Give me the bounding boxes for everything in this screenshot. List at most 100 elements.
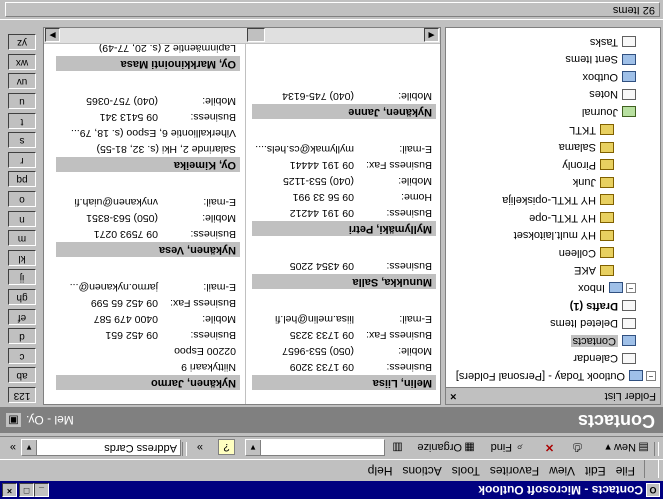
letter-tab[interactable]: yz (8, 34, 36, 51)
folder-item[interactable]: HY TKTL-opiskelija (502, 192, 614, 208)
horizontal-scrollbar[interactable]: ◀ ▶ (44, 28, 440, 44)
folder-item[interactable]: Calendar (573, 350, 636, 366)
contact-card[interactable]: Melin, Liisa Business: 09 1733 3209 Mobile:… (252, 311, 436, 390)
scroll-right-icon[interactable]: ▶ (45, 28, 60, 42)
help-button[interactable]: ? (218, 438, 235, 456)
menu-help[interactable]: Help (363, 462, 398, 480)
letter-tab[interactable]: c (8, 347, 36, 364)
letter-tab[interactable]: 123 (8, 387, 36, 403)
folder-item[interactable]: Drafts (1) (570, 298, 636, 314)
contact-card-name[interactable]: Oy, Markkinointi Masa (56, 56, 240, 71)
folder-item[interactable]: Junk (573, 174, 614, 190)
folder-item[interactable]: AKE (574, 262, 614, 278)
organize-button[interactable]: ▦Organize (417, 438, 477, 456)
contact-card[interactable]: Munukka, Salla Business: 09 4354 2205 (252, 258, 436, 289)
letter-tab[interactable]: d (8, 328, 36, 345)
title-bar[interactable]: O Contacts - Microsoft Outlook _ □ × (0, 481, 663, 499)
letter-tab[interactable]: n (8, 210, 36, 227)
letter-tab[interactable]: u (8, 93, 36, 109)
field-label: Business: (190, 111, 236, 123)
folder-item[interactable]: Salama (559, 139, 614, 155)
contact-card[interactable]: Nykänen, Janne Mobile: (040) 745-6134 (252, 88, 436, 119)
contact-card[interactable]: Nykänen, Vesa Business: 09 7593 0271 Mobile… (56, 194, 240, 257)
contact-field: Home: 09 56 33 991 (252, 189, 436, 205)
delete-button[interactable]: ✕ (542, 438, 557, 456)
scroll-thumb[interactable] (247, 28, 265, 42)
folder-item[interactable]: Sent Items (565, 51, 636, 67)
outlook-app-icon[interactable]: O (646, 483, 660, 497)
folder-item[interactable]: Journal (582, 104, 636, 120)
letter-tab[interactable]: ab (8, 367, 36, 384)
contact-card-name[interactable]: Oy, Kimeika (56, 157, 240, 172)
letter-tab[interactable]: t (8, 112, 36, 129)
menu-tools[interactable]: Tools (447, 462, 485, 480)
scroll-left-icon[interactable]: ◀ (424, 28, 439, 42)
menu-grip[interactable] (644, 460, 659, 478)
folder-icon (600, 124, 614, 136)
menu-edit[interactable]: Edit (580, 462, 611, 480)
folder-item[interactable]: HY mult.laitokset (514, 227, 614, 243)
print-button[interactable]: ⎙ (570, 438, 585, 456)
letter-tab[interactable]: s (8, 132, 36, 149)
folder-item[interactable]: Deleted Items (550, 315, 636, 331)
field-label: E-mail: (203, 281, 236, 293)
current-view-combo[interactable]: Address Cards ▼ (21, 439, 181, 456)
collapse-icon[interactable]: − (626, 282, 636, 293)
column-separator[interactable] (245, 44, 246, 404)
folder-item[interactable]: Notes (589, 86, 636, 102)
contact-card-name[interactable]: Myllymäki, Petri (252, 221, 436, 236)
folder-item[interactable]: TKTL (569, 122, 614, 138)
toolbar-more[interactable]: » (197, 438, 203, 456)
contact-card-name[interactable]: Munukka, Salla (252, 274, 436, 289)
menu-favorites[interactable]: Favorites (485, 462, 544, 480)
letter-tab[interactable]: ij (8, 269, 36, 286)
contact-card-name[interactable]: Nykänen, Vesa (56, 242, 240, 257)
contact-card-name[interactable]: Melin, Liisa (252, 375, 436, 390)
new-button[interactable]: ▤New ▾ (605, 438, 651, 456)
contact-card[interactable]: Nykänen, Jarmo Niittykaari 9 02200 Espoo Bu… (56, 279, 240, 390)
letter-tab[interactable]: gh (8, 289, 36, 305)
folder-item-label: AKE (573, 264, 596, 277)
folder-item-label: HY TKTL-opiskelija (502, 194, 596, 206)
letter-tab[interactable]: o (8, 191, 36, 207)
chevron-down-icon[interactable]: ▼ (246, 440, 261, 455)
menu-file[interactable]: File (611, 462, 640, 480)
letter-tab[interactable]: uv (8, 73, 36, 90)
toolbar2-grip[interactable] (182, 442, 187, 456)
collapse-icon[interactable]: − (646, 370, 656, 381)
find-button[interactable]: ⌕ Find (491, 438, 527, 456)
address-book-button[interactable]: ▥ (390, 438, 405, 456)
contact-field: Business: 09 7593 0271 (56, 226, 240, 242)
contact-card-name[interactable]: Nykänen, Jarmo (56, 375, 240, 390)
folder-item[interactable]: Tasks (590, 34, 636, 50)
contact-card[interactable]: Oy, Kimeika Salarinde 2, Hki (s. 32, 81-5… (56, 93, 240, 172)
menu-view[interactable]: View (544, 462, 580, 480)
menu-actions[interactable]: Actions (397, 462, 446, 480)
folder-item[interactable]: Contacts (570, 333, 636, 349)
folder-item-label: Notes (589, 88, 618, 101)
folder-item[interactable]: HY TKTL-ope (529, 210, 614, 226)
contact-card-name[interactable]: Nykänen, Janne (252, 104, 436, 119)
letter-tab[interactable]: kl (8, 249, 36, 266)
letter-tab[interactable]: wx (8, 53, 36, 70)
maximize-button[interactable]: □ (19, 483, 34, 497)
minimize-button[interactable]: _ (34, 483, 49, 497)
folder-list-close-button[interactable]: × (450, 388, 456, 404)
letter-tab[interactable]: pq (8, 171, 36, 188)
find-contact-combo[interactable]: ▼ (245, 439, 385, 456)
letter-tab[interactable]: ef (8, 308, 36, 325)
folder-item[interactable]: Colleen (559, 245, 614, 261)
letter-tab[interactable]: r (8, 151, 36, 168)
letter-tab[interactable]: m (8, 230, 36, 247)
folder-item[interactable]: Outbox (583, 69, 636, 85)
folder-item[interactable]: Pironly (562, 157, 614, 173)
close-button[interactable]: × (2, 483, 17, 497)
view-chevron-down-icon[interactable]: ▼ (22, 440, 37, 455)
outlook-window: O Contacts - Microsoft Outlook _ □ × Fil… (0, 0, 663, 499)
folder-item[interactable]: − Outlook Today - [Personal Folders] (456, 368, 656, 384)
field-value: 09 452 651 (105, 329, 158, 341)
contact-card[interactable]: Myllymäki, Petri Business: 09 191 44212 Hom… (252, 141, 436, 236)
folder-item[interactable]: − Inbox (578, 280, 636, 296)
toolbar-grip[interactable] (654, 442, 659, 456)
toolbar2-more[interactable]: » (10, 438, 16, 456)
